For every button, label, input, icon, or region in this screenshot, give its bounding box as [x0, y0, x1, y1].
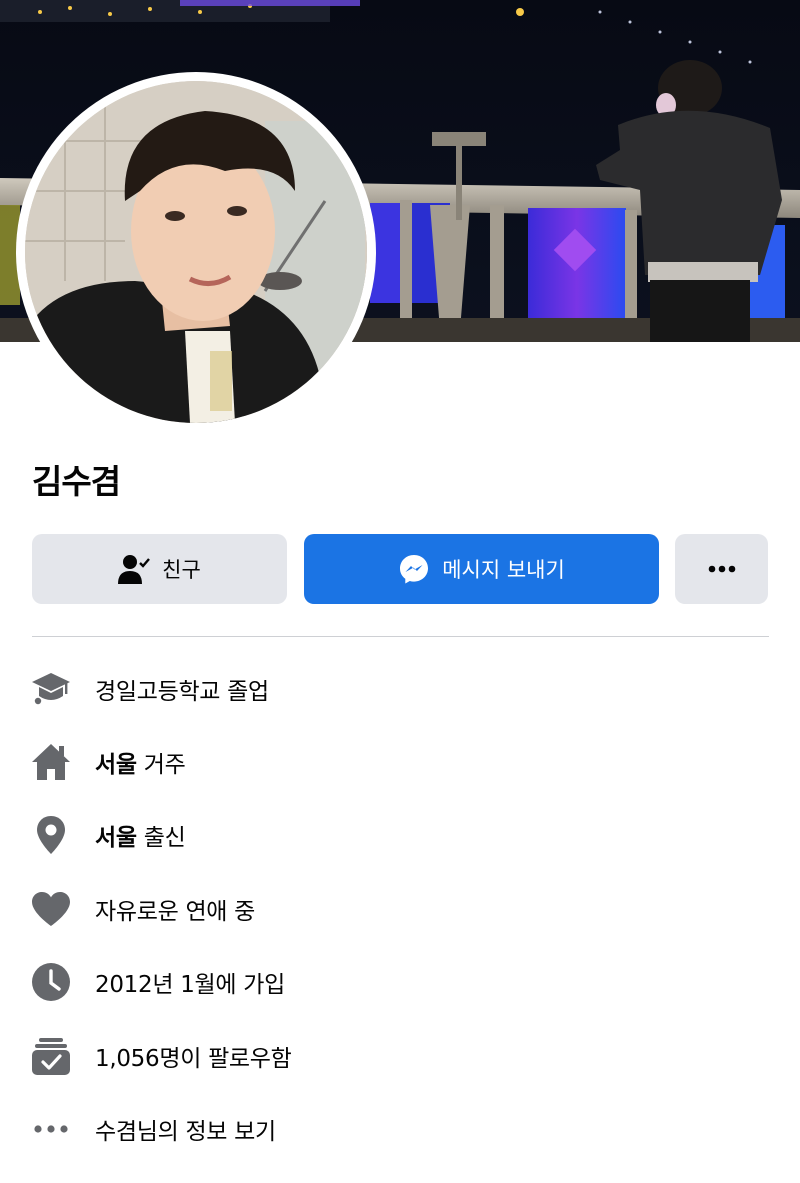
- graduation-cap-icon: [30, 668, 72, 710]
- info-education[interactable]: 경일고등학교 졸업: [0, 652, 800, 726]
- friend-check-icon: [118, 553, 151, 585]
- avatar-photo: [25, 81, 367, 423]
- send-message-label: 메시지 보내기: [442, 558, 565, 582]
- info-joined-text: 2012년 1월에 가입: [95, 972, 285, 998]
- profile-picture[interactable]: [16, 72, 376, 432]
- info-education-text: 경일고등학교 졸업: [95, 679, 269, 705]
- info-followers-text: 1,056명이 팔로우함: [95, 1046, 292, 1072]
- info-hometown-text: 서울 출신: [95, 825, 186, 851]
- clock-icon: [30, 961, 72, 1003]
- friend-button[interactable]: 친구: [32, 534, 287, 604]
- info-joined[interactable]: 2012년 1월에 가입: [0, 945, 800, 1019]
- location-pin-icon: [30, 814, 72, 856]
- more-options-icon: [708, 565, 736, 573]
- messenger-icon: [398, 553, 430, 585]
- info-hometown[interactable]: 서울 출신: [0, 798, 800, 872]
- followers-icon: [30, 1035, 72, 1077]
- section-divider: [32, 636, 769, 637]
- more-dots-icon: [30, 1108, 72, 1150]
- info-current-city[interactable]: 서울 거주: [0, 725, 800, 799]
- info-see-about-text: 수겸님의 정보 보기: [95, 1119, 276, 1145]
- info-see-about[interactable]: 수겸님의 정보 보기: [0, 1092, 800, 1166]
- home-icon: [30, 741, 72, 783]
- send-message-button[interactable]: 메시지 보내기: [304, 534, 659, 604]
- info-relationship-text: 자유로운 연애 중: [95, 899, 256, 925]
- info-followers[interactable]: 1,056명이 팔로우함: [0, 1019, 800, 1093]
- info-relationship[interactable]: 자유로운 연애 중: [0, 872, 800, 946]
- heart-icon: [30, 888, 72, 930]
- more-options-button[interactable]: [675, 534, 768, 604]
- friend-button-label: 친구: [162, 558, 201, 582]
- info-current-city-text: 서울 거주: [95, 752, 186, 778]
- profile-name: 김수겸: [32, 462, 121, 501]
